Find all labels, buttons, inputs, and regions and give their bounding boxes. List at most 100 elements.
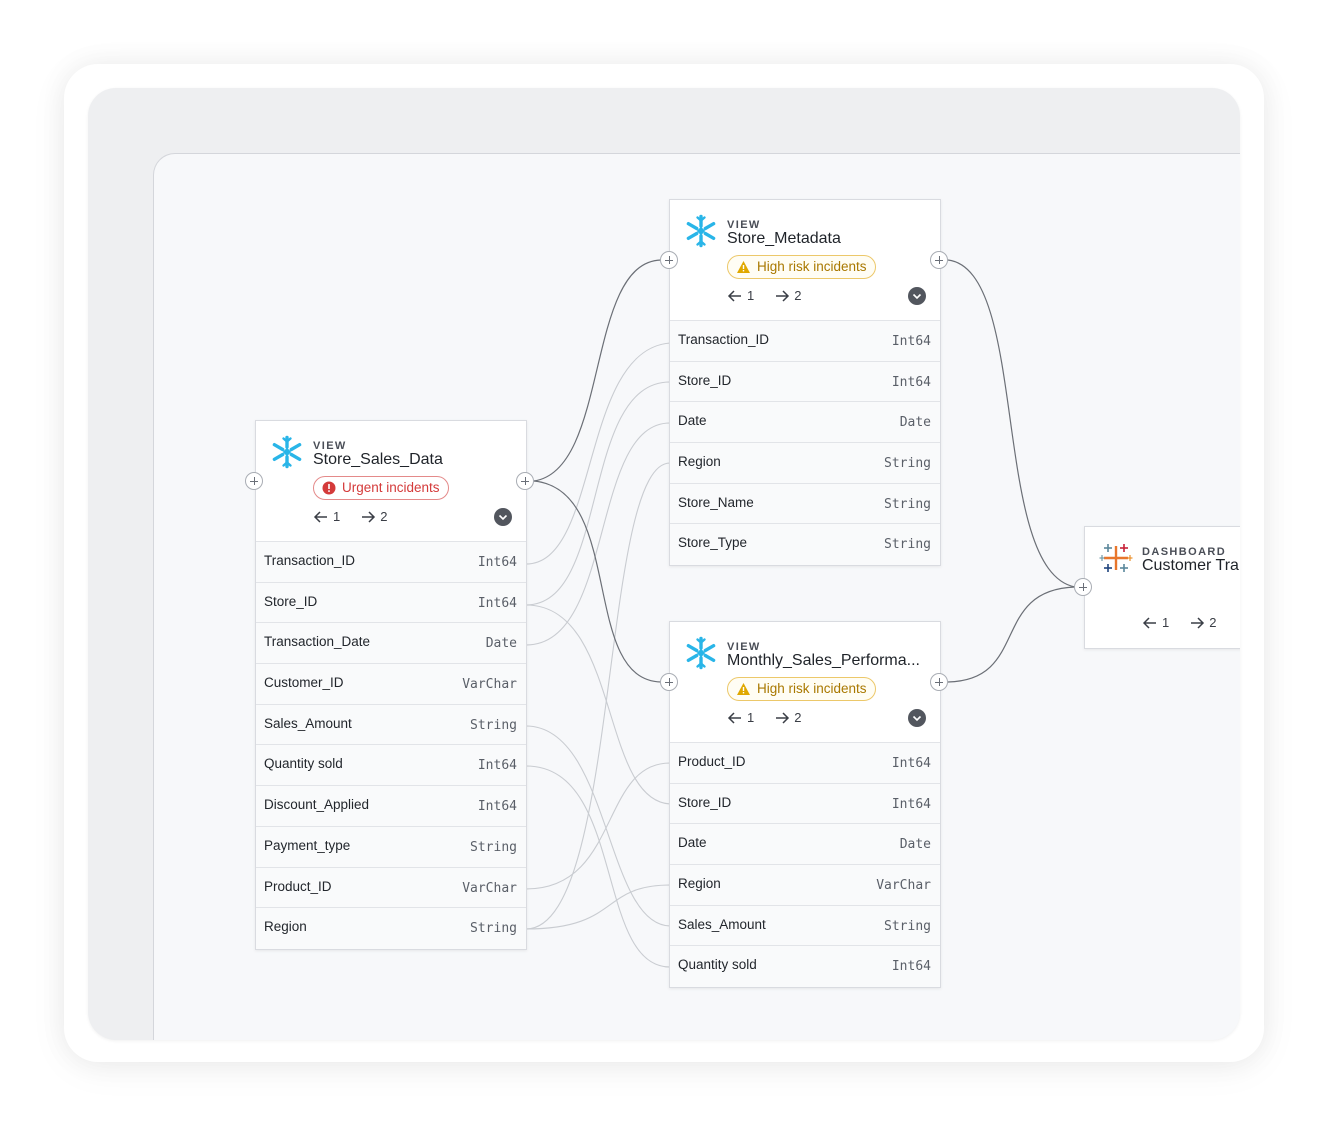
column-row[interactable]: Quantity sold Int64 <box>256 745 526 787</box>
table-edge <box>947 259 1076 588</box>
column-type: Date <box>899 415 931 431</box>
column-row[interactable]: Customer_ID VarChar <box>256 664 526 705</box>
chevron-down-icon[interactable] <box>494 508 512 526</box>
arrow-left-icon <box>1142 616 1156 629</box>
incident-badge[interactable]: Urgent incidents <box>313 476 449 500</box>
column-row[interactable]: Payment_type String <box>256 826 526 868</box>
column-row[interactable]: Store_Type String <box>670 524 940 566</box>
upstream-count[interactable]: 1 <box>1142 615 1169 630</box>
column-type: VarChar <box>876 878 931 894</box>
alert-icon <box>322 481 336 495</box>
upstream-count[interactable]: 1 <box>727 710 754 725</box>
column-name: Store_ID <box>264 593 318 609</box>
plus-icon[interactable] <box>245 472 263 490</box>
table-edge <box>533 259 662 482</box>
column-name: Date <box>678 413 707 429</box>
column-row[interactable]: Product_ID Int64 <box>670 743 940 784</box>
upstream-count[interactable]: 1 <box>727 288 754 303</box>
column-row[interactable]: Discount_Applied Int64 <box>256 786 526 827</box>
node-store-metadata[interactable]: VIEW Store_Metadata High risk incidents … <box>669 199 941 567</box>
incident-badge-label: Urgent incidents <box>342 480 440 495</box>
column-type: String <box>884 456 931 472</box>
downstream-count[interactable]: 2 <box>360 509 387 524</box>
column-row[interactable]: Date Date <box>670 402 940 444</box>
table-edge <box>533 480 662 683</box>
node-monthly-sales-performance[interactable]: VIEW Monthly_Sales_Performa... High risk… <box>669 621 941 989</box>
incident-badge[interactable]: High risk incidents <box>727 677 876 701</box>
plus-icon[interactable] <box>930 251 948 269</box>
column-row[interactable]: Sales_Amount String <box>670 905 940 947</box>
column-type: Int64 <box>477 555 517 570</box>
lineage-counts: 1 2 <box>727 288 801 303</box>
column-edge <box>525 604 671 805</box>
column-type: Int64 <box>891 796 931 812</box>
plus-icon[interactable] <box>1074 578 1092 596</box>
column-name: Region <box>678 876 721 892</box>
column-name: Region <box>678 454 721 470</box>
column-row[interactable]: Transaction_ID Int64 <box>670 321 940 362</box>
column-row[interactable]: Store_Name String <box>670 483 940 525</box>
snowflake-icon <box>272 435 302 469</box>
node-title[interactable]: Customer Tra <box>1142 557 1239 575</box>
column-name: Transaction_ID <box>264 553 356 568</box>
node-title[interactable]: Monthly_Sales_Performa... <box>727 652 920 670</box>
node-header: DASHBOARD Customer Tra 1 2 <box>1085 527 1240 647</box>
column-name: Transaction_Date <box>264 634 371 650</box>
node-title[interactable]: Store_Sales_Data <box>313 451 443 469</box>
column-edge <box>525 762 671 890</box>
node-title[interactable]: Store_Metadata <box>727 230 841 248</box>
upstream-count[interactable]: 1 <box>313 509 340 524</box>
column-row[interactable]: Product_ID VarChar <box>256 867 526 909</box>
column-row[interactable]: Transaction_ID Int64 <box>256 542 526 583</box>
column-type: Int64 <box>891 756 931 771</box>
plus-icon[interactable] <box>660 251 678 269</box>
column-row[interactable]: Store_ID Int64 <box>256 582 526 624</box>
column-row[interactable]: Transaction_Date Date <box>256 623 526 665</box>
column-name: Discount_Applied <box>264 797 370 813</box>
column-name: Quantity sold <box>264 756 343 772</box>
downstream-count[interactable]: 2 <box>774 710 801 725</box>
chevron-down-icon[interactable] <box>908 709 926 727</box>
downstream-count[interactable]: 2 <box>1189 615 1216 630</box>
node-header: VIEW Store_Sales_Data Urgent incidents 1… <box>256 421 526 542</box>
chevron-down-icon[interactable] <box>908 287 926 305</box>
column-row[interactable]: Sales_Amount String <box>256 704 526 746</box>
node-header: VIEW Store_Metadata High risk incidents … <box>670 200 940 321</box>
arrow-left-icon <box>727 711 741 724</box>
column-type: Int64 <box>477 799 517 815</box>
column-type: Int64 <box>477 758 517 774</box>
column-row[interactable]: Date Date <box>670 824 940 866</box>
column-edge <box>525 725 671 927</box>
column-row[interactable]: Region String <box>256 908 526 949</box>
plus-icon[interactable] <box>516 472 534 490</box>
column-row[interactable]: Region VarChar <box>670 865 940 906</box>
warning-icon <box>737 261 750 273</box>
column-name: Store_ID <box>678 372 732 388</box>
snowflake-icon <box>686 214 716 248</box>
column-type: VarChar <box>462 677 517 693</box>
column-list: Transaction_ID Int64 Store_ID Int64 Date Date… <box>670 321 940 566</box>
column-name: Store_Type <box>678 535 748 551</box>
downstream-count[interactable]: 2 <box>774 288 801 303</box>
column-type: Int64 <box>891 374 931 390</box>
column-row[interactable]: Store_ID Int64 <box>670 783 940 825</box>
warning-icon <box>737 683 750 695</box>
column-row[interactable]: Quantity sold Int64 <box>670 946 940 988</box>
tableau-icon <box>1099 544 1133 572</box>
arrow-left-icon <box>313 510 327 523</box>
node-dashboard[interactable]: DASHBOARD Customer Tra 1 2 <box>1084 526 1240 649</box>
node-store-sales-data[interactable]: VIEW Store_Sales_Data Urgent incidents 1… <box>255 420 527 950</box>
column-row[interactable]: Store_ID Int64 <box>670 361 940 403</box>
plus-icon[interactable] <box>930 673 948 691</box>
plus-icon[interactable] <box>660 673 678 691</box>
arrow-right-icon <box>776 289 790 302</box>
snowflake-icon <box>686 636 716 670</box>
incident-badge[interactable]: High risk incidents <box>727 255 876 279</box>
column-name: Product_ID <box>264 878 332 894</box>
column-name: Product_ID <box>678 754 746 769</box>
column-type: String <box>470 839 517 855</box>
column-name: Store_Name <box>678 494 754 510</box>
arrow-right-icon <box>362 510 376 523</box>
column-row[interactable]: Region String <box>670 443 940 484</box>
column-type: VarChar <box>462 880 517 896</box>
